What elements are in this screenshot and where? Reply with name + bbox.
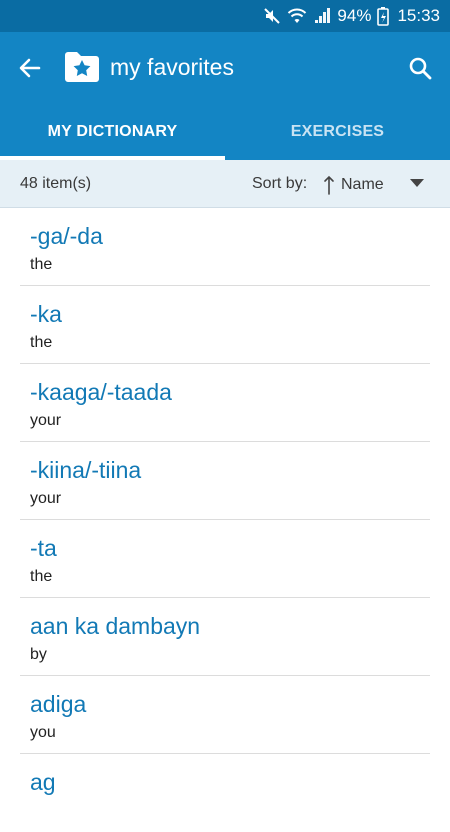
- list-item[interactable]: aan ka dambayn by: [20, 598, 430, 676]
- wifi-icon: [287, 7, 307, 25]
- list-item[interactable]: -kiina/-tiina your: [20, 442, 430, 520]
- list-item[interactable]: -kaaga/-taada your: [20, 364, 430, 442]
- list-item[interactable]: ag: [20, 754, 430, 832]
- favorites-list: -ga/-da the -ka the -kaaga/-taada your -…: [0, 208, 450, 832]
- tab-bar: MY DICTIONARY EXERCISES: [0, 104, 450, 160]
- item-translation: the: [30, 334, 53, 351]
- app-bar: my favorites: [0, 32, 450, 104]
- sort-ascending-icon: [324, 175, 334, 195]
- chevron-down-icon[interactable]: [410, 179, 424, 187]
- clock: 15:33: [397, 6, 440, 25]
- item-translation: by: [30, 646, 47, 663]
- item-translation: the: [30, 256, 53, 273]
- item-term: -ga/-da: [30, 223, 103, 249]
- status-bar: 94% 15:33: [0, 0, 450, 32]
- battery-charging-icon: [377, 6, 390, 26]
- arrow-left-icon: [19, 58, 41, 78]
- list-item[interactable]: -ka the: [20, 286, 430, 364]
- item-count: 48 item(s): [20, 175, 92, 192]
- item-term: aan ka dambayn: [30, 613, 201, 639]
- page-title: my favorites: [110, 54, 234, 80]
- sort-value: Name: [341, 176, 384, 193]
- item-translation: you: [30, 724, 56, 741]
- list-item[interactable]: -ga/-da the: [20, 208, 430, 286]
- mute-icon: [263, 7, 281, 25]
- sort-selector[interactable]: Name: [323, 170, 384, 200]
- signal-icon: [313, 7, 331, 25]
- item-term: -kaaga/-taada: [30, 379, 172, 405]
- item-term: adiga: [30, 691, 87, 717]
- list-item[interactable]: -ta the: [20, 520, 430, 598]
- item-term: ag: [30, 769, 56, 795]
- list-toolbar: 48 item(s) Sort by: Name: [0, 160, 450, 208]
- list-item[interactable]: adiga you: [20, 676, 430, 754]
- star-folder-icon: [63, 49, 101, 85]
- item-translation: your: [30, 490, 62, 507]
- item-term: -ta: [30, 535, 57, 561]
- search-button[interactable]: [404, 52, 436, 84]
- sort-label: Sort by:: [252, 175, 308, 192]
- back-button[interactable]: [14, 52, 46, 84]
- item-translation: your: [30, 412, 62, 429]
- search-icon: [409, 57, 432, 80]
- item-term: -ka: [30, 301, 62, 327]
- tab-exercises[interactable]: EXERCISES: [225, 104, 450, 160]
- item-translation: the: [30, 568, 53, 585]
- battery-percent: 94%: [337, 6, 372, 25]
- item-term: -kiina/-tiina: [30, 457, 142, 483]
- tab-my-dictionary[interactable]: MY DICTIONARY: [0, 104, 225, 160]
